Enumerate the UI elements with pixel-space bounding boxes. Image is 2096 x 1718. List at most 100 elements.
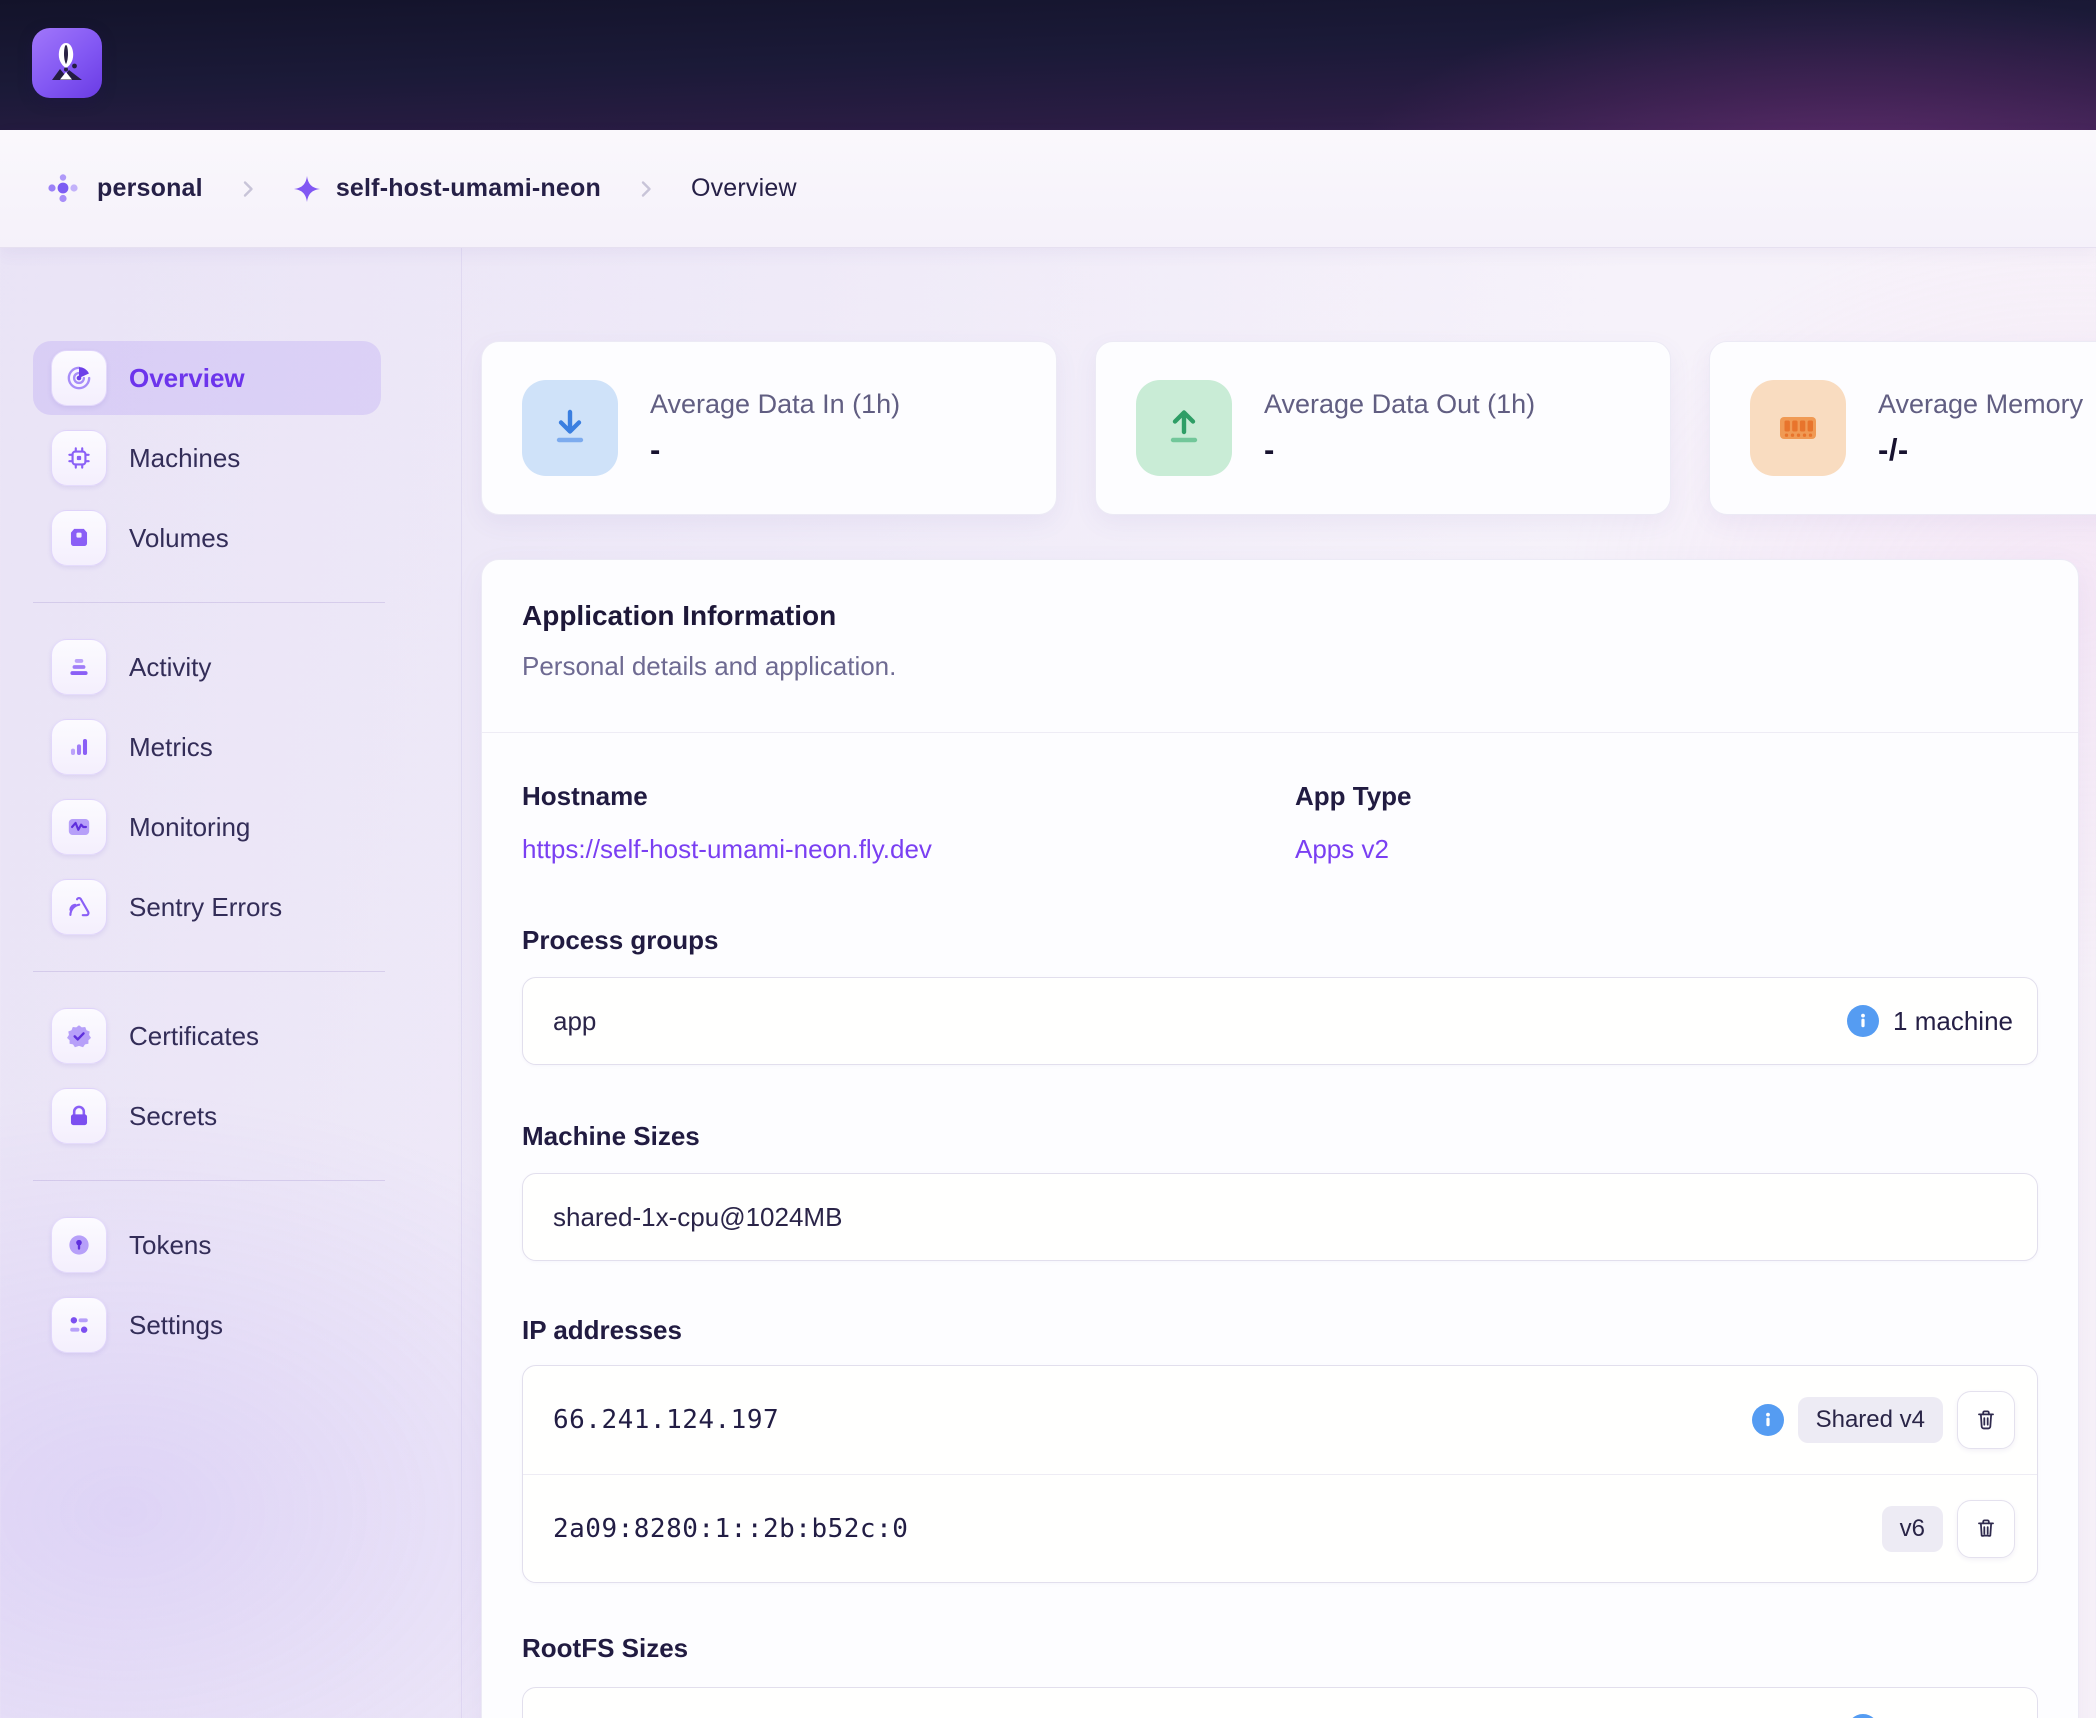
sidebar-item-label: Sentry Errors <box>129 892 282 923</box>
settings-icon <box>51 1297 107 1353</box>
breadcrumb-app-label: self-host-umami-neon <box>336 174 601 203</box>
sidebar-item-label: Metrics <box>129 732 213 763</box>
sidebar-item-settings[interactable]: Settings <box>33 1288 381 1362</box>
process-groups-label: Process groups <box>522 925 2038 955</box>
sidebar-divider <box>33 971 385 972</box>
monitoring-icon <box>51 799 107 855</box>
breadcrumb-app[interactable]: self-host-umami-neon <box>293 174 601 203</box>
machine-size-value: shared-1x-cpu@1024MB <box>553 1202 2013 1233</box>
metrics-icon <box>51 719 107 775</box>
sidebar-divider <box>33 1180 385 1181</box>
stat-label: Average Data Out (1h) <box>1264 389 1535 420</box>
delete-ip-button[interactable] <box>1957 1500 2015 1558</box>
stat-label: Average Memory <box>1878 389 2083 420</box>
memory-icon <box>1750 380 1846 476</box>
app-type-field: App Type Apps v2 <box>1295 781 2038 865</box>
secrets-icon <box>51 1088 107 1144</box>
machine-count: 1 machine <box>1893 1006 2013 1037</box>
chevron-right-icon <box>635 178 657 200</box>
sidebar-item-volumes[interactable]: Volumes <box>33 501 381 575</box>
rootfs-row: 471 MB 1 machine <box>522 1687 2038 1718</box>
hostname-label: Hostname <box>522 781 1295 811</box>
app-type-link[interactable]: Apps v2 <box>1295 833 1389 865</box>
fly-balloon-icon <box>43 39 91 87</box>
info-icon[interactable] <box>1847 1005 1879 1037</box>
stat-value: -/- <box>1878 432 2083 468</box>
info-icon[interactable] <box>1752 1404 1784 1436</box>
delete-ip-button[interactable] <box>1957 1391 2015 1449</box>
sidebar-item-label: Certificates <box>129 1021 259 1052</box>
application-information-header: Application Information Personal details… <box>482 560 2078 733</box>
machine-count: 1 machine <box>1893 1715 2013 1718</box>
sentry-icon <box>51 879 107 935</box>
ip-row-v6: 2a09:8280:1::2b:b52c:0 v6 <box>523 1474 2037 1582</box>
ip-type-badge: v6 <box>1882 1506 1943 1552</box>
process-group-name: app <box>553 1006 1847 1037</box>
machine-size-row: shared-1x-cpu@1024MB <box>522 1173 2038 1261</box>
sidebar-item-metrics[interactable]: Metrics <box>33 710 381 784</box>
sidebar-item-label: Activity <box>129 652 211 683</box>
upload-icon <box>1136 380 1232 476</box>
sidebar-item-label: Monitoring <box>129 812 250 843</box>
sidebar-item-sentry-errors[interactable]: Sentry Errors <box>33 870 381 944</box>
sidebar-item-activity[interactable]: Activity <box>33 630 381 704</box>
ip-addresses-list: 66.241.124.197 Shared v4 <box>522 1365 2038 1583</box>
stat-card-data-in: Average Data In (1h) - <box>481 341 1057 515</box>
app-type-label: App Type <box>1295 781 2038 811</box>
ip-address: 2a09:8280:1::2b:b52c:0 <box>553 1514 1882 1544</box>
hostname-link[interactable]: https://self-host-umami-neon.fly.dev <box>522 833 932 865</box>
sidebar-item-label: Volumes <box>129 523 229 554</box>
ip-addresses-label: IP addresses <box>522 1315 2038 1345</box>
sidebar-item-label: Tokens <box>129 1230 211 1261</box>
breadcrumb-page[interactable]: Overview <box>691 174 797 203</box>
tokens-icon <box>51 1217 107 1273</box>
rootfs-size: 471 MB <box>553 1714 650 1718</box>
stat-card-data-out: Average Data Out (1h) - <box>1095 341 1671 515</box>
process-group-row: app 1 machine <box>522 977 2038 1065</box>
sidebar-item-secrets[interactable]: Secrets <box>33 1079 381 1153</box>
stat-card-memory: Average Memory -/- <box>1709 341 2096 515</box>
activity-icon <box>51 639 107 695</box>
stat-value: - <box>650 432 900 468</box>
ip-type-badge: Shared v4 <box>1798 1397 1943 1443</box>
org-dots-icon <box>44 170 82 208</box>
stat-label: Average Data In (1h) <box>650 389 900 420</box>
trash-icon <box>1971 1514 2001 1544</box>
stats-row: Average Data In (1h) - Average Data Out … <box>481 341 2096 515</box>
sidebar-divider <box>33 602 385 603</box>
top-app-bar <box>0 0 2096 130</box>
sidebar: Overview Machines Volumes <box>0 248 462 1718</box>
sidebar-item-monitoring[interactable]: Monitoring <box>33 790 381 864</box>
main-content: Average Data In (1h) - Average Data Out … <box>481 248 2096 1718</box>
info-icon[interactable] <box>1847 1714 1879 1718</box>
application-information-card: Application Information Personal details… <box>481 559 2079 1718</box>
ip-row-v4: 66.241.124.197 Shared v4 <box>523 1366 2037 1474</box>
breadcrumb-org-label: personal <box>97 174 203 203</box>
chevron-right-icon <box>237 178 259 200</box>
sidebar-item-label: Secrets <box>129 1101 217 1132</box>
sidebar-item-label: Machines <box>129 443 240 474</box>
sidebar-item-tokens[interactable]: Tokens <box>33 1208 381 1282</box>
download-icon <box>522 380 618 476</box>
certificates-icon <box>51 1008 107 1064</box>
card-title: Application Information <box>522 598 2038 634</box>
machine-sizes-label: Machine Sizes <box>522 1121 2038 1151</box>
sidebar-item-label: Overview <box>129 363 245 394</box>
hostname-field: Hostname https://self-host-umami-neon.fl… <box>522 781 1295 865</box>
fly-logo[interactable] <box>32 28 102 98</box>
overview-icon <box>51 350 107 406</box>
breadcrumb-org[interactable]: personal <box>44 170 203 208</box>
trash-icon <box>1971 1405 2001 1435</box>
sidebar-item-overview[interactable]: Overview <box>33 341 381 415</box>
stat-value: - <box>1264 432 1535 468</box>
sidebar-item-label: Settings <box>129 1310 223 1341</box>
volumes-icon <box>51 510 107 566</box>
sidebar-item-machines[interactable]: Machines <box>33 421 381 495</box>
ip-address: 66.241.124.197 <box>553 1405 1752 1435</box>
breadcrumb: personal self-host-umami-neon Overview <box>0 130 2096 248</box>
sparkle-icon <box>293 175 321 203</box>
sidebar-item-certificates[interactable]: Certificates <box>33 999 381 1073</box>
machines-icon <box>51 430 107 486</box>
rootfs-sizes-label: RootFS Sizes <box>522 1633 2038 1663</box>
card-subtitle: Personal details and application. <box>522 650 2038 682</box>
